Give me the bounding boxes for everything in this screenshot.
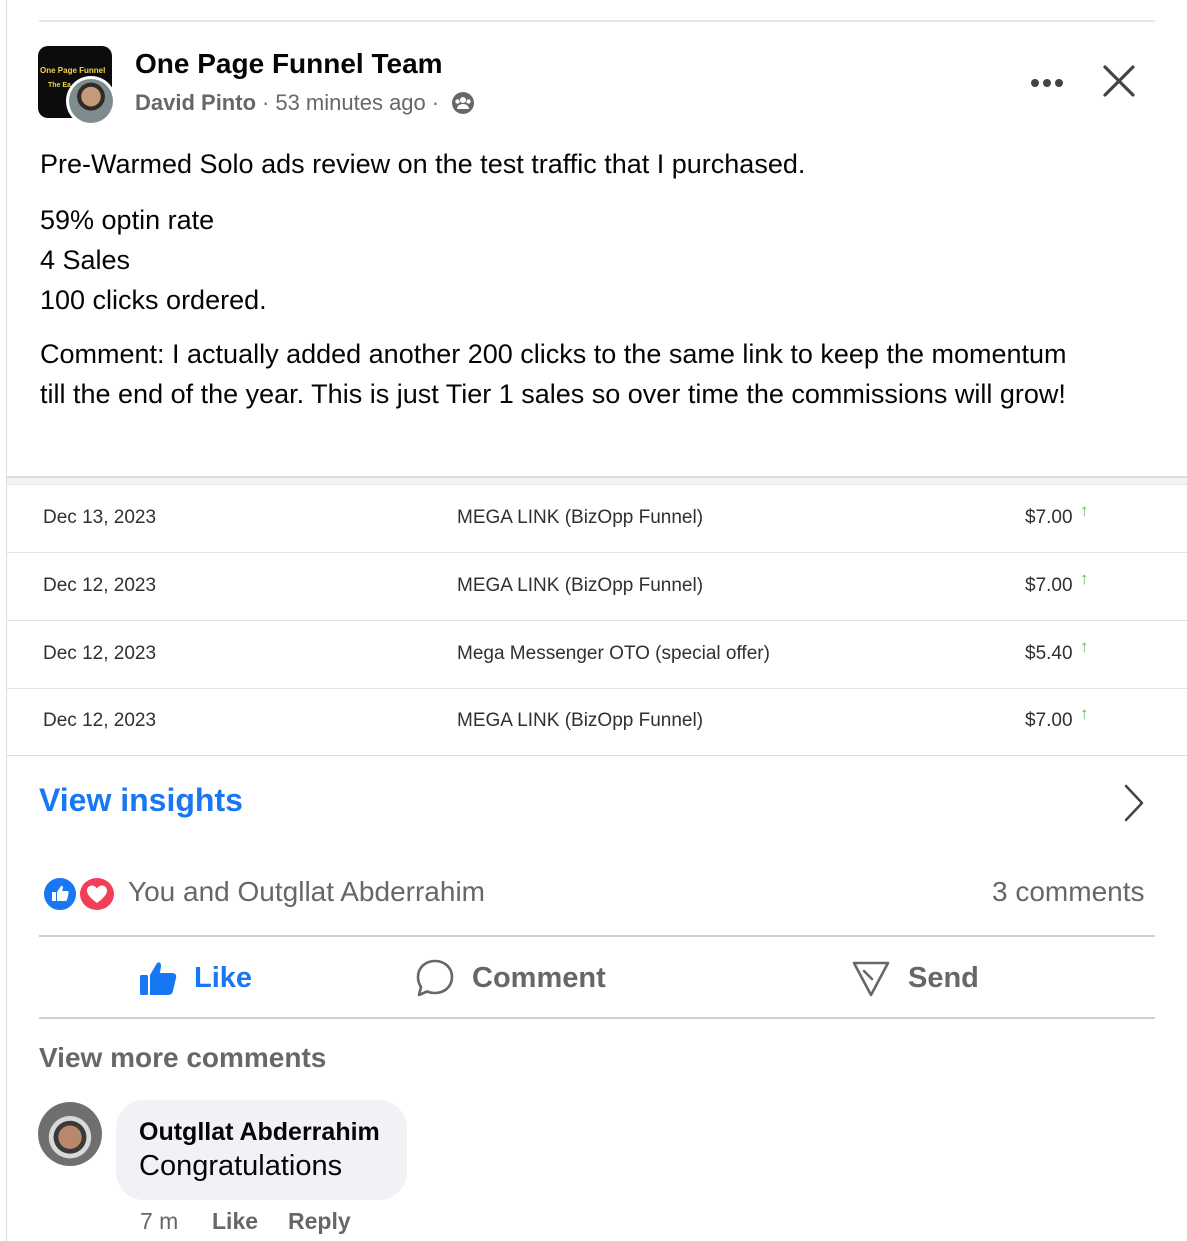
stat-sales: 4 Sales (40, 245, 131, 275)
close-icon[interactable] (1098, 60, 1140, 102)
post-meta: David Pinto · 53 minutes ago · (135, 90, 475, 116)
comment-like-button[interactable]: Like (212, 1208, 258, 1235)
post-comment-paragraph: Comment: I actually added another 200 cl… (40, 339, 1067, 409)
comment-count[interactable]: 3 comments (992, 876, 1145, 908)
meta-separator: · (431, 90, 440, 115)
sale-product: MEGA LINK (BizOpp Funnel) (457, 507, 704, 528)
up-arrow-icon: ↑ (1080, 704, 1089, 723)
group-avatar-text: One Page Funnel (40, 66, 106, 75)
comment-timestamp[interactable]: 7 m (140, 1208, 178, 1235)
reaction-icons[interactable] (42, 875, 118, 913)
sales-screenshot[interactable]: Dec 13, 2023 MEGA LINK (BizOpp Funnel) $… (7, 476, 1187, 756)
like-reaction-icon (42, 876, 78, 912)
sale-amount: $7.00 (1025, 507, 1073, 528)
up-arrow-icon: ↑ (1080, 501, 1089, 520)
comment-bubble-icon (416, 959, 454, 997)
up-arrow-icon: ↑ (1080, 637, 1089, 656)
stat-clicks: 100 clicks ordered. (40, 285, 267, 315)
comment-text: Congratulations (139, 1150, 343, 1182)
divider (39, 1017, 1155, 1019)
post-stats: 59% optin rate 4 Sales 100 clicks ordere… (40, 200, 267, 320)
comment-author[interactable]: Outgllat Abderrahim (139, 1118, 380, 1147)
screenshot-top-band (7, 478, 1187, 485)
view-more-comments-link[interactable]: View more comments (39, 1042, 326, 1074)
sale-product: Mega Messenger OTO (special offer) (457, 643, 770, 664)
thumbs-up-icon (140, 962, 177, 995)
group-avatar-subtext: The Ea (48, 82, 71, 89)
comment-button[interactable]: Comment (414, 950, 606, 1006)
sale-amount: $7.00 (1025, 575, 1073, 596)
sales-row: Dec 12, 2023 MEGA LINK (BizOpp Funnel) $… (7, 688, 1187, 756)
sale-product: MEGA LINK (BizOpp Funnel) (457, 575, 704, 596)
more-options-icon[interactable] (1022, 66, 1072, 100)
love-reaction-icon (78, 876, 116, 912)
comment-label: Comment (472, 961, 606, 994)
like-button[interactable]: Like (138, 950, 252, 1006)
sale-date: Dec 13, 2023 (43, 507, 157, 528)
group-audience-icon (451, 91, 475, 115)
chevron-right-icon[interactable] (1118, 782, 1148, 824)
author-avatar[interactable] (66, 76, 116, 126)
send-icon (852, 961, 890, 997)
author-name[interactable]: David Pinto (135, 90, 256, 116)
send-button[interactable]: Send (850, 950, 979, 1006)
sale-date: Dec 12, 2023 (43, 643, 157, 664)
sale-date: Dec 12, 2023 (43, 710, 157, 731)
sale-product: MEGA LINK (BizOpp Funnel) (457, 710, 704, 731)
sales-row: Dec 12, 2023 Mega Messenger OTO (special… (7, 621, 1187, 689)
sale-amount: $7.00 (1025, 710, 1073, 731)
author-photo (69, 79, 113, 123)
up-arrow-icon: ↑ (1080, 569, 1089, 588)
reaction-names[interactable]: You and Outgllat Abderrahim (128, 876, 485, 908)
divider (39, 935, 1155, 937)
group-name[interactable]: One Page Funnel Team (135, 48, 443, 80)
sale-date: Dec 12, 2023 (43, 575, 157, 596)
comment-reply-button[interactable]: Reply (288, 1208, 351, 1235)
sale-amount: $5.40 (1025, 643, 1073, 664)
view-insights-link[interactable]: View insights (39, 782, 243, 819)
commenter-avatar[interactable] (38, 1102, 102, 1166)
stat-optin-rate: 59% optin rate (40, 205, 215, 235)
post-timestamp[interactable]: 53 minutes ago (275, 90, 425, 116)
like-label: Like (194, 961, 253, 994)
send-label: Send (908, 961, 979, 994)
sales-row: Dec 12, 2023 MEGA LINK (BizOpp Funnel) $… (7, 553, 1187, 621)
post-intro: Pre-Warmed Solo ads review on the test t… (40, 149, 806, 179)
top-divider (39, 20, 1155, 22)
meta-separator: · (262, 90, 270, 115)
comment-bubble: Outgllat Abderrahim Congratulations (116, 1100, 407, 1200)
sales-row: Dec 13, 2023 MEGA LINK (BizOpp Funnel) $… (7, 485, 1187, 553)
